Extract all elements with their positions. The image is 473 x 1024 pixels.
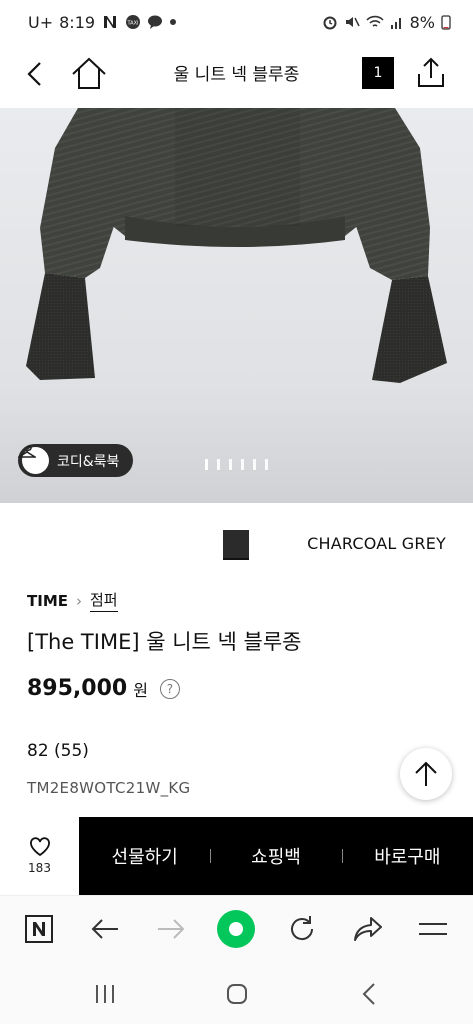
recents-icon bbox=[96, 985, 114, 1003]
arrow-up-icon bbox=[415, 761, 437, 786]
share-icon bbox=[418, 57, 444, 87]
back-arrow-icon bbox=[27, 62, 41, 86]
naver-n-icon bbox=[25, 915, 53, 943]
home-icon bbox=[227, 984, 247, 1004]
reload-icon bbox=[291, 916, 314, 941]
forward-icon bbox=[158, 919, 185, 939]
gallery-page-indicator bbox=[205, 459, 268, 470]
product-image-gallery[interactable]: 코디&룩북 bbox=[0, 108, 473, 503]
color-name: CHARCOAL GREY bbox=[307, 534, 446, 553]
gallery-dot[interactable] bbox=[217, 459, 220, 470]
product-size: 82 (55) bbox=[27, 741, 89, 761]
back-icon bbox=[362, 983, 375, 1005]
reload-button[interactable] bbox=[283, 910, 321, 948]
back-icon bbox=[91, 919, 118, 939]
gift-button[interactable]: 선물하기 bbox=[79, 843, 210, 869]
gallery-dot[interactable] bbox=[265, 459, 268, 470]
browser-forward-button[interactable] bbox=[152, 910, 190, 948]
share-icon bbox=[354, 917, 382, 941]
notification-dot-icon bbox=[169, 18, 177, 26]
browser-share-button[interactable] bbox=[349, 910, 387, 948]
mute-icon bbox=[344, 14, 360, 30]
nfc-icon bbox=[101, 14, 119, 30]
coordi-lookbook-button[interactable]: 코디&룩북 bbox=[18, 444, 134, 477]
system-navigation bbox=[0, 961, 473, 1024]
chat-icon bbox=[147, 14, 163, 30]
buy-now-button[interactable]: 바로구매 bbox=[341, 843, 473, 869]
cart-button[interactable]: 1 bbox=[362, 57, 394, 89]
home-icon bbox=[72, 57, 106, 89]
menu-button[interactable] bbox=[414, 910, 452, 948]
battery-percent: 8% bbox=[409, 12, 435, 32]
currency: 원 bbox=[133, 680, 148, 700]
signal-icon bbox=[390, 14, 404, 30]
browser-toolbar bbox=[0, 895, 473, 961]
action-buttons: 선물하기 쇼핑백 바로구매 bbox=[79, 817, 473, 895]
hanger-icon bbox=[18, 445, 49, 474]
recents-button[interactable] bbox=[90, 979, 120, 1009]
carrier-label: U+ bbox=[28, 12, 54, 32]
green-dot-icon bbox=[217, 910, 255, 948]
gallery-dot[interactable] bbox=[229, 459, 232, 470]
category-link[interactable]: 점퍼 bbox=[90, 589, 118, 612]
gallery-dot[interactable] bbox=[205, 459, 208, 470]
product-name: [The TIME] 울 니트 넥 블루종 bbox=[27, 630, 302, 654]
product-code: TM2E8WOTC21W_KG bbox=[27, 779, 191, 797]
scroll-to-top-button[interactable] bbox=[400, 748, 452, 800]
system-back-button[interactable] bbox=[355, 979, 385, 1009]
naver-home-button[interactable] bbox=[20, 910, 58, 948]
purchase-bar: 183 선물하기 쇼핑백 바로구매 bbox=[0, 817, 473, 895]
back-button[interactable] bbox=[22, 60, 50, 88]
like-count: 183 bbox=[28, 861, 51, 875]
svg-text:TAXI: TAXI bbox=[127, 21, 139, 27]
taxi-icon: TAXI bbox=[125, 14, 141, 30]
menu-icon bbox=[419, 923, 447, 935]
clock: 8:19 bbox=[59, 12, 96, 32]
add-to-cart-button[interactable]: 쇼핑백 bbox=[210, 843, 341, 869]
home-button[interactable] bbox=[70, 56, 108, 92]
gallery-dot[interactable] bbox=[241, 459, 244, 470]
green-dot-button[interactable] bbox=[217, 910, 255, 948]
color-swatch[interactable] bbox=[223, 530, 249, 560]
brand-link[interactable]: TIME bbox=[27, 592, 68, 610]
alarm-icon bbox=[322, 14, 338, 30]
wifi-icon bbox=[366, 14, 384, 30]
system-home-button[interactable] bbox=[222, 979, 252, 1009]
browser-back-button[interactable] bbox=[86, 910, 124, 948]
breadcrumb: TIME › 점퍼 bbox=[27, 589, 118, 612]
heart-icon bbox=[29, 837, 50, 857]
gallery-dot[interactable] bbox=[253, 459, 256, 470]
price-row: 895,000 원 ? bbox=[27, 676, 180, 701]
like-button[interactable]: 183 bbox=[0, 817, 79, 895]
battery-icon bbox=[441, 14, 451, 30]
status-bar: U+ 8:19 TAXI 8% bbox=[0, 0, 473, 44]
chevron-right-icon: › bbox=[76, 591, 82, 610]
price-info-icon[interactable]: ? bbox=[159, 678, 180, 699]
share-button[interactable] bbox=[414, 56, 448, 90]
cart-count-badge: 1 bbox=[373, 65, 383, 81]
coordi-label: 코디&룩북 bbox=[57, 453, 120, 470]
page-header: 울 니트 넥 블루종 1 bbox=[0, 44, 473, 108]
price: 895,000 bbox=[27, 676, 128, 701]
